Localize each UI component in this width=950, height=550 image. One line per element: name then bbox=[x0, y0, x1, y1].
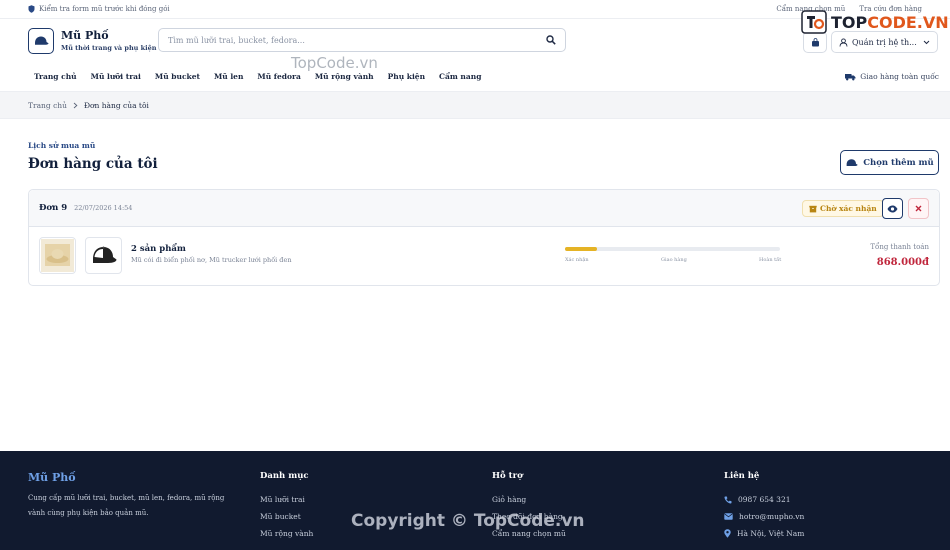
main-nav: Trang chủ Mũ lưỡi trai Mũ bucket Mũ len … bbox=[0, 62, 950, 91]
order-id: Đơn 9 bbox=[39, 203, 68, 213]
order-card: Đơn 9 22/07/2026 14:54 Chờ xác nhận 2 sả… bbox=[28, 189, 940, 286]
map-pin-icon bbox=[724, 529, 731, 538]
nav-item-wide-brim[interactable]: Mũ rộng vành bbox=[315, 72, 374, 81]
status-text: Chờ xác nhận bbox=[820, 204, 877, 213]
trucker-cap-image bbox=[93, 246, 117, 263]
bag-icon bbox=[811, 37, 819, 46]
choose-more-hats-button[interactable]: Chọn thêm mũ bbox=[840, 150, 939, 175]
step-label: Xác nhận bbox=[565, 257, 589, 263]
search-icon[interactable] bbox=[546, 35, 556, 45]
footer-brand: Mũ Phố bbox=[28, 471, 76, 484]
chevron-down-icon bbox=[923, 40, 930, 44]
brand-tagline: Mũ thời trang và phụ kiện bbox=[61, 44, 157, 52]
nav-item-baseball-cap[interactable]: Mũ lưỡi trai bbox=[91, 72, 141, 81]
contact-email-text: hotro@mupho.vn bbox=[739, 512, 805, 521]
footer-link-text[interactable]: Giỏ hàng bbox=[492, 495, 526, 504]
footer-link-text[interactable]: Mũ rộng vành bbox=[260, 529, 313, 538]
order-progress-fill bbox=[565, 247, 598, 251]
items-count: 2 sản phẩm bbox=[131, 244, 186, 254]
nav-item-beanie[interactable]: Mũ len bbox=[214, 72, 243, 81]
breadcrumb: Trang chủ Đơn hàng của tôi bbox=[0, 91, 950, 119]
topcode-watermark-copyright: Copyright © TopCode.vn bbox=[351, 511, 585, 531]
mail-icon bbox=[724, 513, 733, 520]
footer-link[interactable]: Giỏ hàng bbox=[492, 491, 566, 508]
shipping-info: Giao hàng toàn quốc bbox=[845, 72, 939, 81]
total-value: 868.000đ bbox=[876, 257, 929, 268]
footer: Mũ Phố Cung cấp mũ lưỡi trai, bucket, mũ… bbox=[0, 451, 950, 550]
items-description: Mũ cói đi biển phối nơ, Mũ trucker lưới … bbox=[131, 256, 292, 264]
footer-link-text[interactable]: Mũ bucket bbox=[260, 512, 301, 521]
order-card-body: 2 sản phẩm Mũ cói đi biển phối nơ, Mũ tr… bbox=[29, 227, 939, 285]
shield-icon bbox=[28, 5, 35, 13]
breadcrumb-current: Đơn hàng của tôi bbox=[83, 100, 149, 110]
page-title: Đơn hàng của tôi bbox=[28, 156, 158, 172]
truck-icon bbox=[845, 73, 856, 80]
nav-item-fedora[interactable]: Mũ fedora bbox=[257, 72, 300, 81]
shipping-text: Giao hàng toàn quốc bbox=[860, 72, 939, 81]
order-card-header: Đơn 9 22/07/2026 14:54 Chờ xác nhận bbox=[29, 190, 939, 227]
brand-name: Mũ Phố bbox=[61, 29, 109, 42]
footer-link[interactable]: Mũ bucket bbox=[260, 508, 313, 525]
status-badge: Chờ xác nhận bbox=[802, 200, 884, 217]
footer-categories: Danh mục Mũ lưỡi trai Mũ bucket Mũ rộng … bbox=[260, 471, 313, 542]
footer-contact: Liên hệ 0987 654 321 hotro@mupho.vn Hà N… bbox=[724, 471, 804, 542]
contact-phone[interactable]: 0987 654 321 bbox=[724, 491, 804, 508]
footer-support-title: Hỗ trợ bbox=[492, 471, 523, 481]
chevron-right-icon bbox=[73, 102, 78, 108]
close-icon bbox=[915, 205, 922, 212]
footer-description: Cung cấp mũ lưỡi trai, bucket, mũ len, f… bbox=[28, 494, 225, 517]
brand[interactable]: Mũ Phố Mũ thời trang và phụ kiện bbox=[61, 29, 157, 52]
top-notice-text: Kiểm tra form mũ trước khi đóng gói bbox=[39, 5, 170, 13]
topcode-logo-prefix: TOP bbox=[831, 12, 868, 32]
nav-item-guide[interactable]: Cẩm nang bbox=[439, 72, 481, 81]
nav-item-home[interactable]: Trang chủ bbox=[34, 72, 77, 81]
nav-item-accessories[interactable]: Phụ kiện bbox=[388, 72, 425, 81]
hat-icon bbox=[846, 159, 858, 166]
contact-email[interactable]: hotro@mupho.vn bbox=[724, 508, 804, 525]
product-thumbnail[interactable] bbox=[39, 237, 76, 274]
account-label: Quản trị hệ th... bbox=[852, 37, 917, 47]
straw-hat-image bbox=[41, 239, 74, 272]
view-order-button[interactable] bbox=[882, 198, 903, 219]
eye-icon bbox=[887, 205, 898, 212]
contact-address: Hà Nội, Việt Nam bbox=[724, 525, 804, 542]
page-overline: Lịch sử mua mũ bbox=[28, 141, 96, 150]
footer-contact-title: Liên hệ bbox=[724, 471, 760, 481]
step-label: Giao hàng bbox=[661, 257, 687, 263]
box-icon bbox=[809, 205, 817, 212]
hat-icon bbox=[35, 36, 49, 45]
phone-icon bbox=[724, 496, 732, 504]
footer-link-text[interactable]: Mũ lưỡi trai bbox=[260, 495, 305, 504]
order-date: 22/07/2026 14:54 bbox=[74, 204, 133, 212]
top-notice: Kiểm tra form mũ trước khi đóng gói bbox=[28, 5, 170, 13]
order-progress-bar bbox=[565, 247, 780, 251]
footer-categories-title: Danh mục bbox=[260, 471, 309, 481]
topcode-watermark-logo: TOPCODE.VN bbox=[800, 9, 949, 35]
contact-phone-text: 0987 654 321 bbox=[738, 495, 791, 504]
brand-logo[interactable] bbox=[28, 27, 54, 54]
search-placeholder: Tìm mũ lưỡi trai, bucket, fedora... bbox=[168, 35, 305, 45]
topcode-watermark-center: TopCode.vn bbox=[291, 54, 378, 72]
footer-about: Mũ Phố Cung cấp mũ lưỡi trai, bucket, mũ… bbox=[28, 471, 243, 521]
footer-link[interactable]: Mũ rộng vành bbox=[260, 525, 313, 542]
search-input[interactable]: Tìm mũ lưỡi trai, bucket, fedora... bbox=[158, 28, 566, 52]
footer-link[interactable]: Mũ lưỡi trai bbox=[260, 491, 313, 508]
choose-more-label: Chọn thêm mũ bbox=[863, 157, 934, 168]
topcode-logo-suffix: CODE.VN bbox=[867, 12, 949, 32]
footer-support: Hỗ trợ Giỏ hàng Theo dõi đơn hàng Cẩm na… bbox=[492, 471, 566, 542]
contact-address-text: Hà Nội, Việt Nam bbox=[737, 529, 805, 538]
product-thumbnail[interactable] bbox=[85, 237, 122, 274]
cancel-order-button[interactable] bbox=[908, 198, 929, 219]
step-label: Hoàn tất bbox=[759, 257, 782, 263]
nav-item-bucket[interactable]: Mũ bucket bbox=[155, 72, 200, 81]
user-icon bbox=[839, 37, 848, 47]
total-label: Tổng thanh toán bbox=[870, 243, 929, 251]
breadcrumb-home[interactable]: Trang chủ bbox=[28, 101, 67, 110]
topcode-logo-icon bbox=[801, 10, 827, 34]
